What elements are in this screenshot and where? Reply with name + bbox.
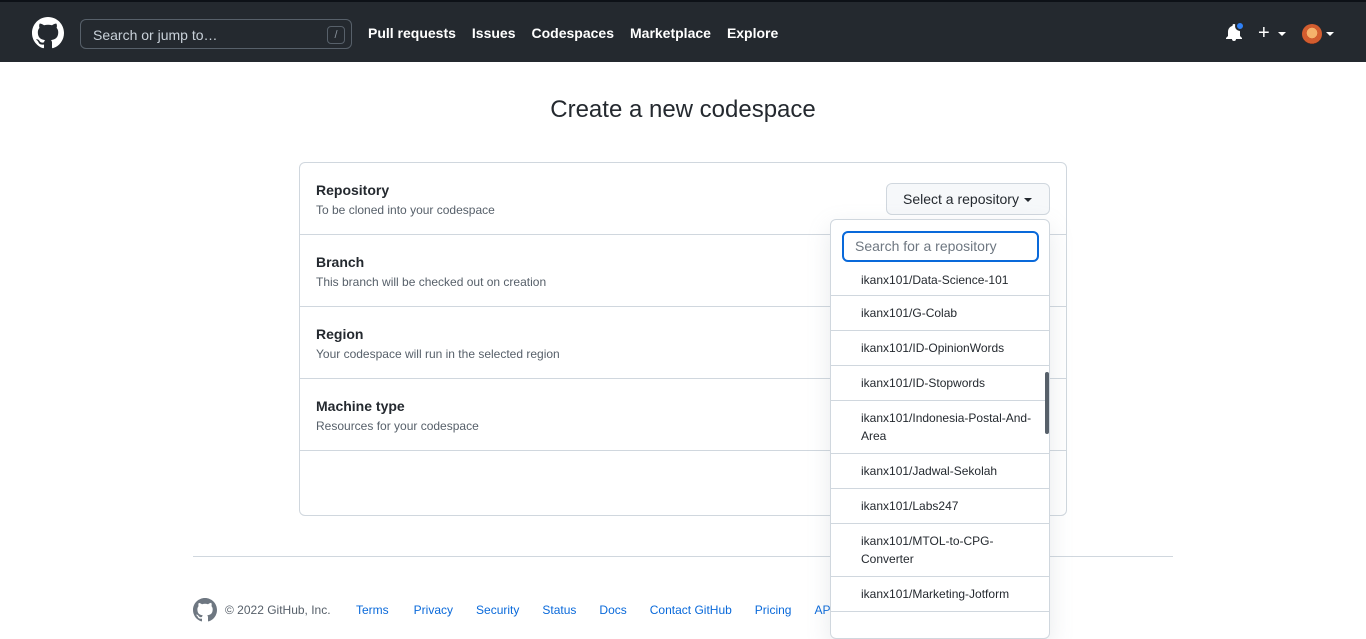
footer-link-contact[interactable]: Contact GitHub bbox=[650, 603, 732, 617]
row-title: Repository bbox=[316, 182, 390, 198]
footer-link-security[interactable]: Security bbox=[476, 603, 519, 617]
list-item[interactable]: ikanx101/ID-Stopwords bbox=[831, 366, 1049, 401]
list-item[interactable]: ikanx101/MTOL-to-CPG-Converter bbox=[831, 524, 1049, 577]
nav-marketplace[interactable]: Marketplace bbox=[630, 25, 711, 41]
github-logo-icon[interactable] bbox=[32, 17, 64, 49]
repository-dropdown: Search for a repository ikanx101/Data-Sc… bbox=[830, 219, 1050, 639]
footer-link-docs[interactable]: Docs bbox=[599, 603, 626, 617]
caret-down-icon[interactable] bbox=[1278, 32, 1286, 36]
row-title: Region bbox=[316, 326, 364, 342]
search-placeholder: Search or jump to… bbox=[93, 27, 218, 43]
list-item[interactable]: ikanx101/ID-OpinionWords bbox=[831, 331, 1049, 366]
list-item[interactable]: ikanx101/Marketing-Jotform bbox=[831, 577, 1049, 612]
repository-search-input[interactable]: Search for a repository bbox=[842, 231, 1039, 262]
footer-copyright: © 2022 GitHub, Inc. bbox=[225, 603, 331, 617]
repository-list: ikanx101/Data-Science-101 ikanx101/G-Col… bbox=[831, 273, 1049, 612]
avatar[interactable] bbox=[1302, 24, 1322, 44]
footer-link-status[interactable]: Status bbox=[542, 603, 576, 617]
list-item[interactable]: ikanx101/Data-Science-101 bbox=[831, 271, 1049, 296]
nav-pull-requests[interactable]: Pull requests bbox=[368, 25, 456, 41]
top-nav: Pull requests Issues Codespaces Marketpl… bbox=[368, 25, 778, 41]
repository-search-placeholder: Search for a repository bbox=[855, 238, 997, 254]
nav-issues[interactable]: Issues bbox=[472, 25, 516, 41]
footer-link-privacy[interactable]: Privacy bbox=[414, 603, 453, 617]
row-description: To be cloned into your codespace bbox=[316, 203, 495, 217]
top-header: Search or jump to… / Pull requests Issue… bbox=[0, 0, 1366, 62]
dropdown-scrollbar[interactable] bbox=[1045, 372, 1049, 434]
plus-icon[interactable]: + bbox=[1258, 23, 1270, 43]
notification-dot bbox=[1235, 21, 1245, 31]
footer-link-terms[interactable]: Terms bbox=[356, 603, 389, 617]
page-title: Create a new codespace bbox=[550, 96, 816, 123]
caret-down-icon bbox=[1024, 198, 1032, 202]
list-item[interactable]: ikanx101/Labs247 bbox=[831, 489, 1049, 524]
github-logo-icon[interactable] bbox=[193, 598, 217, 622]
row-title: Branch bbox=[316, 254, 365, 270]
search-shortcut-key: / bbox=[327, 26, 345, 44]
global-search-input[interactable]: Search or jump to… / bbox=[80, 19, 352, 49]
row-description: Resources for your codespace bbox=[316, 419, 479, 433]
nav-codespaces[interactable]: Codespaces bbox=[532, 25, 614, 41]
row-title: Machine type bbox=[316, 398, 405, 414]
list-item[interactable]: ikanx101/Indonesia-Postal-And-Area bbox=[831, 401, 1049, 454]
row-description: This branch will be checked out on creat… bbox=[316, 275, 547, 289]
footer-links: Terms Privacy Security Status Docs Conta… bbox=[356, 603, 834, 617]
select-repository-button[interactable]: Select a repository bbox=[886, 183, 1050, 215]
nav-explore[interactable]: Explore bbox=[727, 25, 778, 41]
list-item[interactable]: ikanx101/G-Colab bbox=[831, 296, 1049, 331]
caret-down-icon[interactable] bbox=[1326, 32, 1334, 36]
footer-link-pricing[interactable]: Pricing bbox=[755, 603, 792, 617]
select-repository-label: Select a repository bbox=[903, 191, 1019, 207]
list-item[interactable]: ikanx101/Jadwal-Sekolah bbox=[831, 454, 1049, 489]
row-description: Your codespace will run in the selected … bbox=[316, 347, 560, 361]
